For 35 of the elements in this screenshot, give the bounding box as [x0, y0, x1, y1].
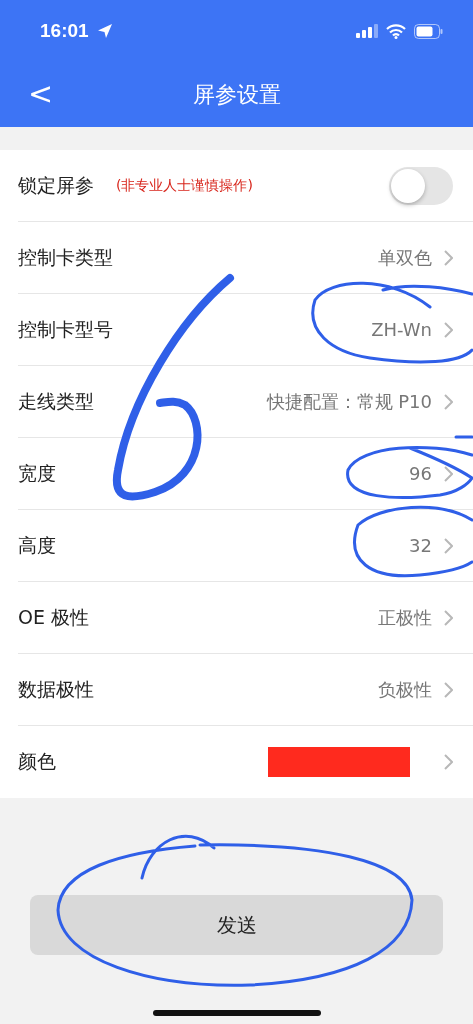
status-time: 16:01 [40, 20, 89, 42]
chevron-right-icon [444, 754, 453, 770]
setting-value[interactable]: ZH-Wn [371, 319, 432, 340]
setting-label: 控制卡型号 [18, 316, 113, 342]
chevron-right-icon [444, 681, 453, 698]
setting-label: 控制卡类型 [18, 244, 113, 270]
chevron-right-icon [444, 537, 453, 554]
send-button[interactable]: 发送 [30, 895, 443, 955]
setting-label: 高度 [18, 532, 56, 558]
setting-value[interactable]: 快捷配置：常规 P10 [266, 389, 432, 414]
setting-value[interactable]: 正极性 [378, 605, 432, 630]
wifi-icon [386, 23, 406, 39]
setting-label: 锁定屏参 [18, 172, 94, 198]
warning-note: (非专业人士谨慎操作) [116, 176, 253, 195]
chevron-right-icon [444, 465, 453, 482]
signal-icon [356, 24, 378, 38]
chevron-right-icon [444, 249, 453, 266]
battery-icon [414, 23, 443, 39]
color-swatch[interactable] [268, 747, 410, 777]
location-arrow-icon [96, 23, 113, 39]
setting-label: 宽度 [18, 460, 56, 486]
setting-value[interactable]: 负极性 [378, 677, 432, 702]
setting-label: 数据极性 [18, 676, 94, 702]
setting-value[interactable]: 96 [409, 463, 432, 484]
page-title: 屏参设置 [192, 80, 281, 109]
setting-label: OE 极性 [18, 604, 89, 630]
setting-label: 颜色 [18, 749, 56, 774]
setting-label: 走线类型 [18, 388, 94, 414]
setting-value[interactable]: 单双色 [378, 245, 432, 270]
chevron-right-icon [444, 321, 453, 338]
back-button[interactable]: < [22, 76, 60, 112]
setting-value[interactable]: 32 [409, 535, 432, 556]
lock-toggle[interactable] [389, 166, 453, 205]
chevron-right-icon [444, 393, 453, 410]
chevron-right-icon [444, 609, 453, 626]
